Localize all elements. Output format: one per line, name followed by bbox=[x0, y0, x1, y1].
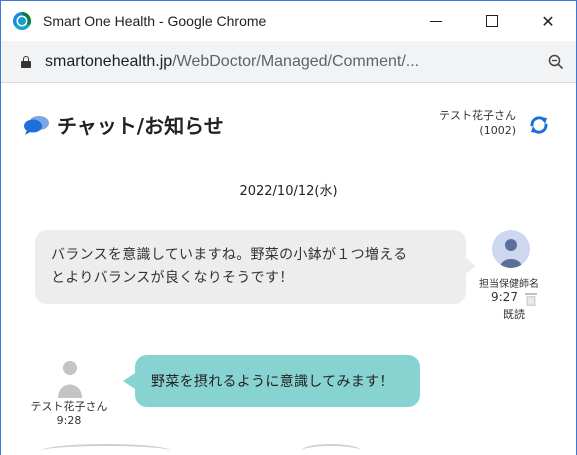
refresh-icon[interactable] bbox=[528, 114, 550, 136]
date-separator: 2022/10/12(水) bbox=[239, 184, 338, 199]
staff-sender-name: 担当保健師名 bbox=[479, 279, 539, 290]
user-avatar-icon bbox=[53, 358, 87, 398]
page-header: チャット/お知らせ bbox=[23, 110, 224, 139]
user-sender-name: テスト花子さん bbox=[30, 400, 108, 413]
lock-icon bbox=[21, 55, 31, 68]
chat-page: チャット/お知らせ テスト花子さん (1002) 2022/10/12(水) バ… bbox=[1, 84, 576, 455]
current-user-id: (1002) bbox=[479, 124, 516, 137]
maximize-button[interactable] bbox=[464, 1, 520, 41]
maximize-icon bbox=[486, 15, 498, 27]
user-message-time: 9:28 bbox=[56, 414, 82, 427]
minimize-icon bbox=[430, 20, 442, 22]
browser-window: Smart One Health - Google Chrome ✕ smart… bbox=[0, 0, 577, 455]
staff-message-bubble: バランスを意識していますね。野菜の小鉢が１つ増える とよりバランスが良くなりそう… bbox=[35, 230, 476, 304]
minimize-button[interactable] bbox=[408, 1, 464, 41]
window-title: Smart One Health - Google Chrome bbox=[43, 13, 267, 29]
staff-avatar-icon bbox=[492, 230, 530, 268]
url-host: smartonehealth.jp bbox=[45, 52, 173, 70]
staff-message-time: 9:27 bbox=[491, 290, 518, 304]
title-bar: Smart One Health - Google Chrome ✕ bbox=[1, 1, 576, 41]
trash-icon[interactable] bbox=[525, 291, 537, 306]
page-title: チャット/お知らせ bbox=[57, 114, 224, 138]
current-user-name: テスト花子さん bbox=[439, 109, 516, 122]
user-message-bubble: 野菜を摂れるように意識してみます！ bbox=[123, 355, 420, 407]
url-path: /WebDoctor/Managed/Comment/... bbox=[172, 52, 420, 70]
partial-avatar-divider bbox=[41, 444, 171, 455]
read-status: 既読 bbox=[503, 308, 525, 321]
chrome-logo-icon bbox=[13, 12, 31, 30]
current-user: テスト花子さん (1002) bbox=[439, 108, 516, 138]
staff-message-line: バランスを意識していますね。野菜の小鉢が１つ増える bbox=[51, 247, 408, 263]
close-button[interactable]: ✕ bbox=[520, 1, 576, 41]
staff-message-line: とよりバランスが良くなりそうです！ bbox=[51, 270, 294, 286]
partial-avatar-divider bbox=[301, 444, 361, 455]
url-text[interactable]: smartonehealth.jp/WebDoctor/Managed/Comm… bbox=[45, 53, 536, 71]
zoom-icon[interactable] bbox=[536, 54, 576, 70]
chat-bubbles-icon bbox=[23, 114, 51, 136]
address-bar[interactable]: smartonehealth.jp/WebDoctor/Managed/Comm… bbox=[1, 41, 576, 83]
